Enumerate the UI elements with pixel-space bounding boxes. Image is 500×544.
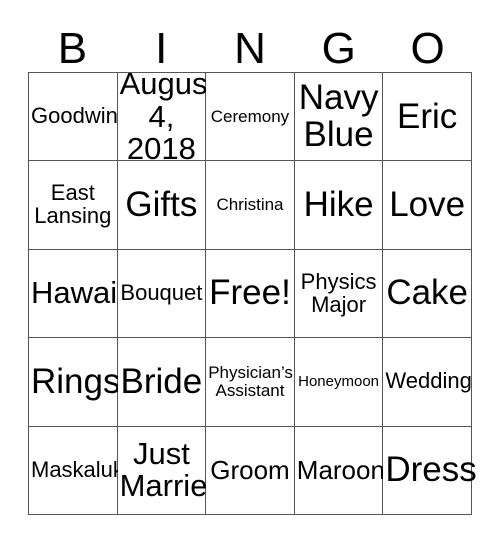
bingo-row-2: East Lansing Gifts Christina Hike Love (29, 161, 472, 250)
bingo-grid: Goodwin August 4, 2018 Ceremony Navy Blu… (28, 68, 477, 516)
bingo-cell-label: Rings (31, 361, 121, 401)
bingo-cell-label: Physics Major (300, 268, 377, 317)
bingo-header-letter-n: N (234, 24, 266, 73)
bingo-cell-label: Gifts (125, 184, 198, 224)
bingo-cell-label: Christina (216, 195, 284, 215)
bingo-row-4: Rings Bride Physician’s Assistant Honeym… (29, 338, 472, 427)
bingo-cell-i1[interactable]: August 4, 2018 (117, 68, 216, 164)
bingo-cell-free-space[interactable]: Free! (206, 249, 295, 339)
bingo-cell-label: Love (389, 184, 466, 224)
bingo-cell-n5[interactable]: Groom (206, 426, 295, 516)
bingo-cell-n1[interactable]: Ceremony (206, 73, 295, 162)
bingo-row-1: Goodwin August 4, 2018 Ceremony Navy Blu… (29, 68, 472, 164)
bingo-cell-label: Ceremony (210, 106, 290, 126)
bingo-cell-b5[interactable]: Maskaluk (29, 426, 124, 516)
bingo-cell-label: Hawaii (31, 275, 125, 311)
bingo-cell-label: Honeymoon (298, 373, 380, 391)
bingo-cell-label: August 4, 2018 (119, 66, 217, 166)
bingo-cell-n2[interactable]: Christina (206, 161, 295, 250)
bingo-cell-label: Goodwin (31, 103, 118, 129)
bingo-cell-n4[interactable]: Physician’s Assistant (206, 338, 295, 427)
bingo-cell-o5[interactable]: Dress (383, 426, 477, 516)
bingo-cell-o2[interactable]: Love (383, 161, 472, 250)
bingo-cell-label: East Lansing (34, 180, 112, 229)
bingo-cell-label: Bouquet (120, 280, 203, 306)
bingo-header-row: B I N G O (28, 18, 472, 72)
bingo-header-letter-i: I (155, 24, 168, 73)
bingo-cell-label: Groom (210, 454, 290, 485)
bingo-card: B I N G O Goodwin August 4, 2018 Ceremon… (0, 0, 500, 544)
bingo-cell-label: Hike (303, 184, 374, 224)
bingo-cell-i5[interactable]: Just Married (117, 426, 225, 516)
bingo-cell-o3[interactable]: Cake (383, 249, 472, 339)
bingo-cell-label: Just Married (119, 436, 225, 504)
bingo-cell-label: Maroon (296, 454, 385, 485)
bingo-cell-label: Navy Blue (298, 78, 379, 154)
bingo-cell-label: Cake (386, 273, 469, 313)
bingo-cell-g1[interactable]: Navy Blue (294, 73, 384, 162)
bingo-cell-i3[interactable]: Bouquet (117, 249, 207, 339)
bingo-cell-label: Eric (397, 96, 458, 136)
bingo-cell-label: Bride (120, 361, 203, 401)
bingo-cell-i2[interactable]: Gifts (117, 161, 207, 250)
bingo-free-space-label: Free! (209, 273, 291, 313)
bingo-cell-o1[interactable]: Eric (383, 73, 472, 162)
bingo-cell-g5[interactable]: Maroon (294, 426, 385, 516)
bingo-cell-b3[interactable]: Hawaii (29, 249, 125, 339)
bingo-row-3: Hawaii Bouquet Free! Physics Major Cake (29, 249, 472, 339)
bingo-cell-g3[interactable]: Physics Major (294, 249, 384, 339)
bingo-header-letter-o: O (410, 24, 445, 73)
bingo-cell-label: Maskaluk (31, 456, 124, 482)
bingo-cell-g4[interactable]: Honeymoon (294, 338, 384, 427)
bingo-row-5: Maskaluk Just Married Groom Maroon Dress (29, 426, 477, 516)
bingo-cell-o4[interactable]: Wedding (383, 338, 472, 427)
bingo-cell-i4[interactable]: Bride (117, 338, 207, 427)
bingo-cell-b1[interactable]: Goodwin (29, 73, 118, 162)
bingo-cell-label: Dress (385, 450, 477, 490)
bingo-cell-label: Wedding (385, 368, 472, 394)
bingo-header-letter-g: G (321, 24, 356, 73)
bingo-cell-g2[interactable]: Hike (294, 161, 384, 250)
bingo-cell-b4[interactable]: Rings (29, 338, 121, 427)
bingo-cell-b2[interactable]: East Lansing (29, 161, 118, 250)
bingo-header-letter-b: B (57, 24, 88, 73)
bingo-cell-label: Physician’s Assistant (208, 363, 293, 400)
